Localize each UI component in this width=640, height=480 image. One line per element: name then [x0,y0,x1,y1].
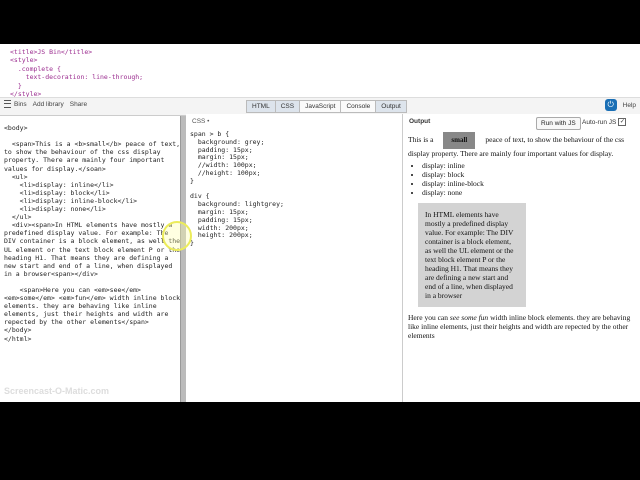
output-pane: Output Run with JS Auto-run JS ✓ This is… [403,114,640,402]
list-item: display: none [422,188,636,197]
list-item: display: block [422,170,636,179]
intro-text: This is a small peace of text, to show the… [408,132,636,158]
fun-emphasis: see some fun [449,313,489,322]
help-link[interactable]: Help [623,102,636,109]
toolbar-right: ⏻ Help [604,99,636,111]
panel-tabs: HTML CSS JavaScript Console Output [246,100,407,113]
auto-run-label: Auto-run JS [582,118,617,126]
jsbin-editor: <title>JS Bin</title> <style> .complete … [0,44,640,402]
css-editor-pane[interactable]: CSS • span > b { background: grey; paddi… [186,114,403,402]
css-code[interactable]: span > b { background: grey; padding: 15… [190,130,402,248]
list-item: display: inline [422,161,636,170]
inline-block-text: Here you can see some fun width inline b… [408,313,636,340]
tab-console[interactable]: Console [340,100,377,113]
mouse-cursor-highlight [162,221,192,251]
share-button[interactable]: Share [70,101,87,108]
tab-javascript[interactable]: JavaScript [299,100,342,113]
html-code[interactable]: <body> <span>This is a <b>small</b> peac… [0,116,180,343]
intro-after: peace of text, to show the behaviour of … [408,135,625,158]
block-div-box: In HTML elements have mostly a predefine… [418,203,526,307]
tab-html[interactable]: HTML [246,100,276,113]
html-code-top: <title>JS Bin</title> <style> .complete … [0,44,190,106]
power-icon[interactable]: ⏻ [604,99,617,111]
run-with-js-button[interactable]: Run with JS [536,117,581,130]
output-render: This is a small peace of text, to show the… [408,132,636,340]
add-library-button[interactable]: Add library [33,101,64,108]
display-values-list: display: inline display: block display: … [408,161,636,197]
small-inline-box: small [443,132,476,149]
bins-menu[interactable]: Bins [4,100,27,108]
intro-before: This is a [408,135,434,144]
output-label: Output [409,118,431,125]
auto-run-toggle[interactable]: Auto-run JS ✓ [582,118,627,126]
css-pane-label: CSS • [192,118,210,125]
html-editor-pane[interactable]: <body> <span>This is a <b>small</b> peac… [0,116,180,402]
letterbox-top [0,0,640,44]
watermark: Screencast-O-Matic.com [4,386,110,396]
letterbox-bottom [0,402,640,480]
tab-css[interactable]: CSS [274,100,301,113]
toolbar-left: Bins Add library Share [4,100,87,108]
list-item: display: inline-block [422,179,636,188]
menu-icon [4,100,11,108]
bins-label: Bins [14,100,27,108]
video-frame: <title>JS Bin</title> <style> .complete … [0,0,640,480]
auto-run-checkbox[interactable]: ✓ [618,118,627,126]
fun-before: Here you can [408,313,448,322]
tab-output[interactable]: Output [375,100,407,113]
